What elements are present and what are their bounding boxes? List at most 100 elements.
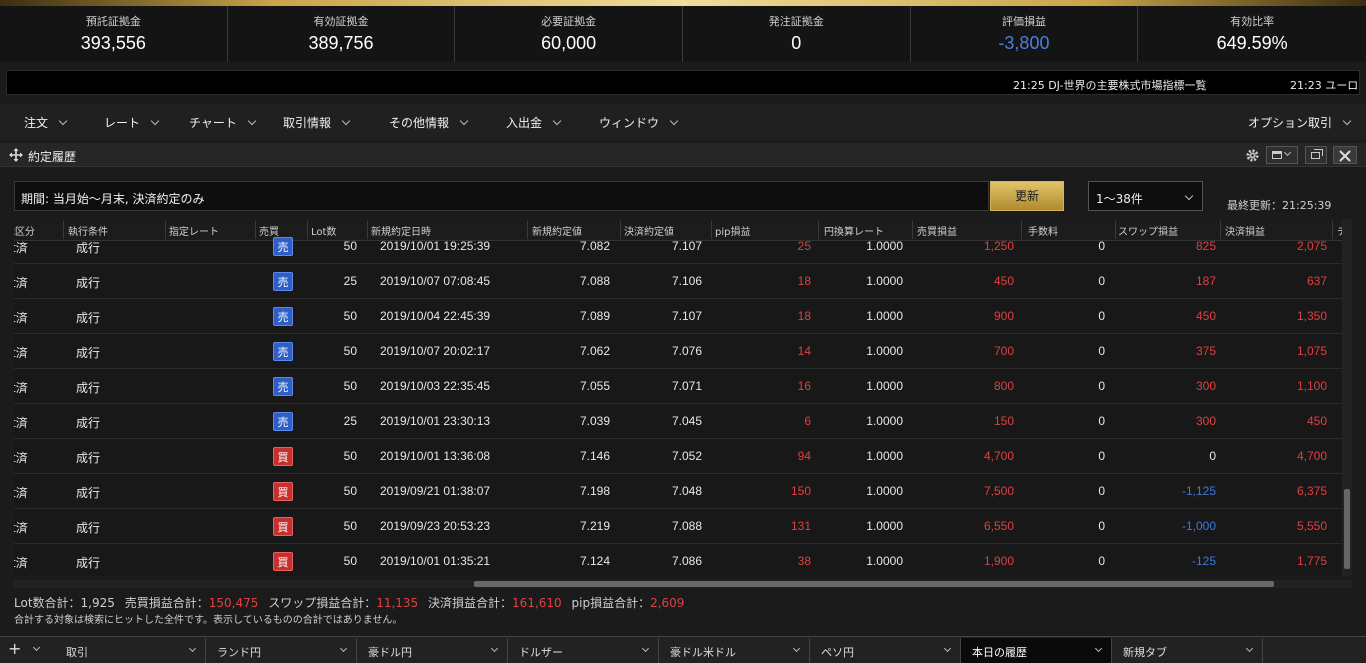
tab-label: 取引: [66, 646, 88, 659]
ticker-item[interactable]: 21:23 ユーロド: [1290, 77, 1359, 93]
tab-7[interactable]: 新規タブ: [1112, 638, 1263, 663]
cell-settle-pl: 1,350: [1296, 309, 1327, 323]
table-row[interactable]: t済 成行 買 50 2019/09/21 01:38:07 7.198 7.048 150 1…: [14, 474, 1342, 509]
cell-open-datetime: 2019/10/07 20:02:17: [380, 344, 491, 358]
tab-4[interactable]: 豪ドル米ドル: [659, 638, 810, 663]
side-badge: 売: [273, 412, 293, 431]
tab-6[interactable]: 本日の履歴: [961, 638, 1112, 663]
tab-label: 新規タブ: [1123, 646, 1167, 659]
cell-open-datetime: 2019/10/01 23:30:13: [380, 414, 491, 428]
cell-settle-pl: 1,775: [1296, 554, 1327, 568]
table-row[interactable]: t済 成行 売 50 2019/10/01 19:25:39 7.082 7.107 25 1.…: [14, 229, 1342, 264]
menu-options-trading[interactable]: オプション取引: [1248, 114, 1352, 131]
table-row[interactable]: t済 成行 売 50 2019/10/03 22:35:45 7.055 7.071 16 1.…: [14, 369, 1342, 404]
tab-3[interactable]: ドルザー: [508, 638, 659, 663]
vertical-scrollbar[interactable]: [1342, 219, 1352, 576]
news-ticker[interactable]: 21:25 DJ-世界の主要株式市場指標一覧 21:23 ユーロド: [6, 70, 1360, 95]
cell-kind: t済: [14, 451, 28, 465]
menu-trade-info[interactable]: 取引情報: [283, 114, 351, 131]
cell-close-price: 7.107: [671, 239, 702, 253]
summary-effective-margin: 有効証拠金 389,756: [228, 6, 456, 62]
cell-open-price: 7.055: [579, 379, 610, 393]
cell-close-price: 7.107: [671, 309, 702, 323]
cell-close-price: 7.048: [671, 484, 702, 498]
move-icon[interactable]: [9, 148, 23, 162]
summary-required-margin: 必要証拠金 60,000: [455, 6, 683, 62]
table-row[interactable]: t済 成行 売 50 2019/10/07 20:02:17 7.062 7.076 14 1.…: [14, 334, 1342, 369]
chevron-down-icon: [188, 644, 197, 653]
chevron-down-icon[interactable]: [32, 643, 41, 652]
cell-open-datetime: 2019/09/21 01:38:07: [380, 484, 491, 498]
cell-fee: 0: [1098, 379, 1105, 393]
tab-5[interactable]: ペソ円: [810, 638, 961, 663]
table-row[interactable]: t済 成行 売 50 2019/10/04 22:45:39 7.089 7.107 18 1.…: [14, 299, 1342, 334]
scroll-thumb[interactable]: [1344, 489, 1350, 569]
menu-window[interactable]: ウィンドウ: [599, 114, 679, 131]
menu-label: 入出金: [506, 116, 543, 130]
layout-dropdown-button[interactable]: [1266, 146, 1298, 164]
menu-deposit-withdraw[interactable]: 入出金: [506, 114, 562, 131]
chevron-down-icon: [341, 116, 351, 126]
cell-settle-pl: 6,375: [1296, 484, 1327, 498]
gear-icon[interactable]: [1245, 148, 1260, 163]
table-row[interactable]: t済 成行 買 50 2019/09/23 20:53:23 7.219 7.088 131 1…: [14, 509, 1342, 544]
totals-pip-value: 2,609: [650, 596, 685, 610]
cell-yen-rate: 1.0000: [866, 239, 903, 253]
summary-order-margin: 発注証拠金 0: [683, 6, 911, 62]
cell-condition: 成行: [76, 521, 101, 535]
totals-pip-label: pip損益合計：: [571, 596, 651, 610]
chevron-down-icon: [1245, 644, 1254, 653]
scroll-thumb[interactable]: [474, 581, 1274, 587]
menu-label: オプション取引: [1248, 116, 1333, 130]
table-row[interactable]: t済 成行 売 25 2019/10/07 07:08:45 7.088 7.106 18 1.…: [14, 264, 1342, 299]
cell-open-datetime: 2019/10/01 13:36:08: [380, 449, 491, 463]
table-row[interactable]: t済 成行 売 25 2019/10/01 23:30:13 7.039 7.045 6 1.0…: [14, 404, 1342, 439]
cell-trade-pl: 4,700: [983, 449, 1014, 463]
summary-value: 60,000: [541, 33, 597, 53]
update-button[interactable]: 更新: [990, 181, 1064, 211]
cell-kind: t済: [14, 556, 28, 570]
cell-trade-pl: 6,550: [983, 519, 1014, 533]
cell-fee: 0: [1098, 239, 1105, 253]
cell-trade-pl: 150: [993, 414, 1014, 428]
cell-close-price: 7.088: [671, 519, 702, 533]
cell-trade-pl: 7,500: [983, 484, 1014, 498]
horizontal-scrollbar[interactable]: [14, 580, 1352, 588]
menu-chart[interactable]: チャート: [189, 114, 257, 131]
tab-2[interactable]: 豪ドル円: [357, 638, 508, 663]
cell-pip-pl: 6: [804, 414, 811, 428]
result-count-select[interactable]: 1～38件: [1088, 181, 1203, 211]
chevron-down-icon: [247, 116, 257, 126]
summary-label: 発注証拠金: [768, 15, 824, 28]
summary-deposit: 預託証拠金 393,556: [0, 6, 228, 62]
close-button[interactable]: [1333, 146, 1357, 164]
table-row[interactable]: t済 成行 買 50 2019/10/01 01:35:21 7.124 7.086 38 1.…: [14, 544, 1342, 576]
ticker-item[interactable]: 21:25 DJ-世界の主要株式市場指標一覧: [1013, 77, 1207, 93]
filter-conditions[interactable]: 期間: 当月始～月末, 決済約定のみ: [14, 181, 989, 211]
cell-condition: 成行: [76, 486, 101, 500]
summary-label: 有効証拠金: [313, 15, 369, 28]
summary-effective-ratio: 有効比率 649.59%: [1138, 6, 1366, 62]
chevron-down-icon: [58, 116, 68, 126]
summary-label: 有効比率: [1230, 15, 1275, 28]
chevron-down-icon: [459, 116, 469, 126]
cell-trade-pl: 1,900: [983, 554, 1014, 568]
tab-0[interactable]: 取引: [55, 638, 206, 663]
menu-order[interactable]: 注文: [24, 114, 68, 131]
cell-close-price: 7.045: [671, 414, 702, 428]
cell-lot: 50: [343, 484, 357, 498]
totals-lot-label: Lot数合計：: [14, 596, 81, 610]
table-row[interactable]: t済 成行 買 50 2019/10/01 13:36:08 7.146 7.052 94 1.…: [14, 439, 1342, 474]
add-tab-icon[interactable]: +: [8, 639, 21, 658]
menu-rate[interactable]: レート: [104, 114, 160, 131]
summary-label: 評価損益: [1001, 15, 1046, 28]
cell-pip-pl: 18: [797, 309, 811, 323]
cell-fee: 0: [1098, 309, 1105, 323]
popout-button[interactable]: [1305, 146, 1327, 164]
menu-other-info[interactable]: その他情報: [389, 114, 469, 131]
cell-yen-rate: 1.0000: [866, 554, 903, 568]
chevron-down-icon: [339, 644, 348, 653]
side-badge: 買: [273, 517, 293, 536]
tab-1[interactable]: ランド円: [206, 638, 357, 663]
cell-close-price: 7.076: [671, 344, 702, 358]
